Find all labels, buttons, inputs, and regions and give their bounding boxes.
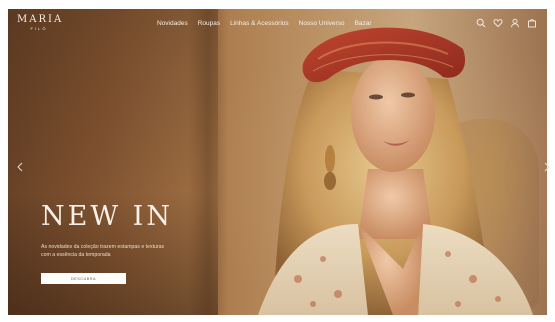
user-icon[interactable] [510, 18, 520, 28]
brand-name: MARIA [17, 14, 64, 25]
chevron-left-icon [17, 162, 23, 172]
carousel-prev-button[interactable] [16, 162, 24, 172]
carousel-next-button[interactable] [543, 162, 551, 172]
menu-item-novidades[interactable]: Novidades [157, 20, 188, 27]
heart-icon[interactable] [493, 18, 503, 28]
hero-headline: NEW IN [41, 201, 173, 232]
bag-icon[interactable] [527, 18, 537, 28]
hero-banner[interactable] [8, 9, 547, 315]
menu-item-nosso-universo[interactable]: Nosso Universo [299, 20, 345, 27]
top-navigation: MARIA FILÓ Novidades Roupas Linhas & Ace… [8, 9, 547, 39]
discover-button[interactable]: DESCUBRA [41, 273, 126, 284]
menu-item-bazar[interactable]: Bazar [355, 20, 372, 27]
chevron-right-icon [544, 162, 550, 172]
model-photo [258, 27, 533, 315]
main-menu: Novidades Roupas Linhas & Acessórios Nos… [157, 20, 372, 27]
header-icons [476, 18, 537, 28]
background-wall [8, 9, 218, 315]
brand-subname: FILÓ [30, 26, 48, 31]
brand-logo[interactable]: MARIA FILÓ [17, 14, 61, 31]
hero-description: As novidades da coleção trazem estampas … [41, 244, 165, 258]
menu-item-roupas[interactable]: Roupas [198, 20, 220, 27]
search-icon[interactable] [476, 18, 486, 28]
menu-item-linhas-acessorios[interactable]: Linhas & Acessórios [230, 20, 289, 27]
